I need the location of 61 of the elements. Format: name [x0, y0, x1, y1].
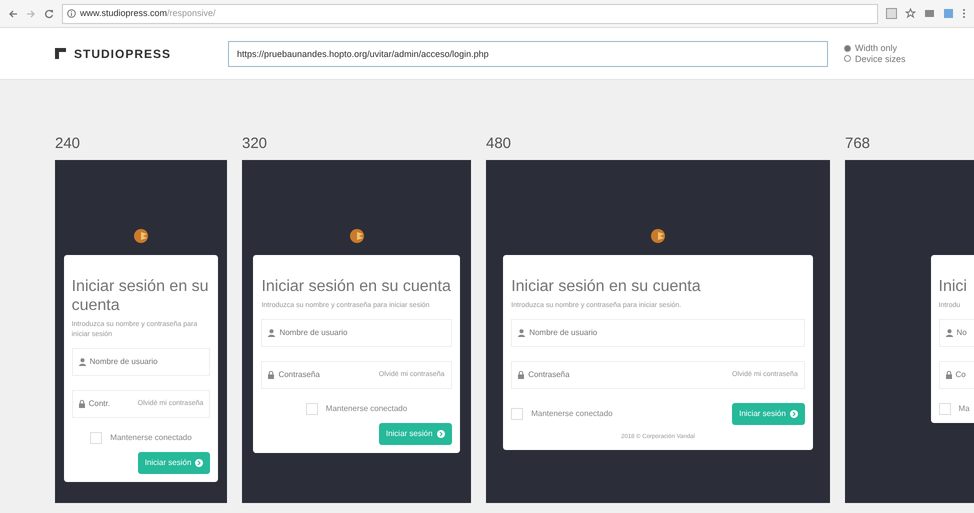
field-placeholder: Contraseña — [278, 368, 320, 381]
back-icon[interactable] — [8, 8, 18, 18]
arrow-circle-icon — [436, 430, 445, 438]
url-field[interactable]: https://pruebaunandes.hopto.org/uvitar/admin/acceso/login.php — [228, 40, 828, 66]
width-label: 768 — [845, 134, 872, 154]
username-field[interactable]: Nombre de usuario — [261, 318, 452, 347]
user-icon — [946, 328, 952, 337]
user-icon — [268, 328, 276, 337]
lock-icon — [946, 370, 952, 379]
field-placeholder: Co — [956, 368, 966, 381]
login-title: Iniciar sesión en su cuenta — [72, 277, 210, 316]
lock-icon — [518, 370, 524, 379]
checkbox-label: Ma — [958, 402, 970, 415]
field-placeholder: Contraseña — [528, 368, 570, 381]
size-option[interactable]: Device sizes — [844, 54, 906, 64]
url-text: www.studiopress.com/responsive/ — [80, 6, 216, 20]
user-icon — [518, 328, 526, 337]
star-icon[interactable] — [905, 8, 916, 19]
lock-icon — [78, 400, 85, 408]
arrow-circle-icon — [195, 458, 204, 467]
checkbox-label: Mantenerse conectado — [531, 408, 613, 420]
login-button[interactable]: Iniciar sesión — [138, 452, 210, 474]
username-field[interactable]: Nombre de usuario — [511, 318, 805, 347]
extension-icon[interactable] — [924, 8, 935, 19]
info-icon — [67, 9, 76, 18]
width-label: 240 — [55, 134, 82, 154]
checkbox-label: Mantenerse conectado — [110, 432, 192, 444]
login-title: Inici — [938, 277, 968, 296]
field-placeholder: No — [956, 326, 967, 339]
lock-icon — [268, 370, 274, 379]
checkbox[interactable] — [938, 402, 950, 415]
field-placeholder: Nombre de usuario — [279, 326, 348, 339]
user-icon — [78, 358, 86, 366]
arrow-circle-icon — [790, 410, 798, 418]
address-bar[interactable]: www.studiopress.com/responsive/ — [62, 4, 878, 24]
option-label: Width only — [855, 42, 898, 54]
forward-icon[interactable] — [26, 8, 36, 18]
username-field[interactable]: No — [938, 318, 974, 347]
username-field[interactable]: Nombre de usuario — [72, 348, 210, 376]
checkbox[interactable] — [511, 408, 524, 420]
translate-icon[interactable] — [886, 8, 897, 19]
brand-name: STUDIOPRESS — [74, 46, 172, 62]
field-placeholder: Nombre de usuario — [90, 356, 158, 368]
checkbox-label: Mantenerse conectado — [326, 402, 408, 415]
checkbox[interactable] — [90, 432, 102, 444]
size-option[interactable]: Width only — [844, 42, 906, 54]
logo-icon — [55, 48, 66, 59]
login-button[interactable]: Iniciar sesión — [732, 402, 805, 425]
option-label: Device sizes — [855, 54, 906, 64]
field-placeholder: Contr. — [88, 398, 110, 410]
reload-icon[interactable] — [44, 8, 54, 18]
width-label: 480 — [486, 134, 512, 154]
login-button[interactable]: Iniciar sesión — [378, 422, 452, 445]
login-title: Iniciar sesión en su cuenta — [511, 277, 702, 296]
login-title: Iniciar sesión en su cuenta — [261, 277, 452, 296]
menu-icon[interactable] — [962, 8, 966, 19]
width-label: 320 — [242, 134, 268, 154]
field-placeholder: Nombre de usuario — [529, 326, 598, 339]
checkbox[interactable] — [306, 402, 318, 415]
password-field[interactable]: Co — [938, 360, 974, 389]
extension-icon[interactable] — [943, 8, 954, 19]
